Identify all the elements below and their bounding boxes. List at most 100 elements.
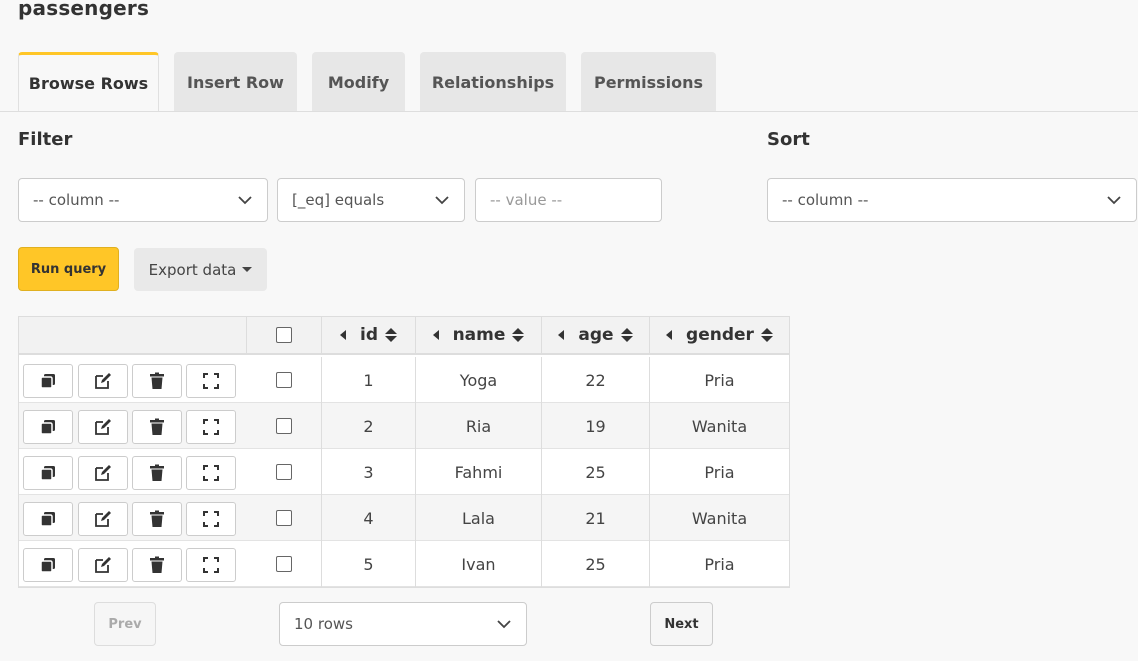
- table-row: 5 Ivan 25 Pria: [19, 541, 789, 587]
- cell-name[interactable]: Fahmi: [416, 449, 542, 495]
- clone-icon: [40, 374, 55, 389]
- expand-row-button[interactable]: [186, 410, 236, 444]
- row-checkbox[interactable]: [276, 556, 292, 572]
- delete-row-button[interactable]: [132, 548, 182, 582]
- cell-id[interactable]: 2: [322, 403, 416, 449]
- page-size-select[interactable]: 10 rows: [279, 602, 527, 646]
- sort-column-select[interactable]: -- column --: [767, 178, 1137, 222]
- sort-icon[interactable]: [512, 328, 525, 342]
- expand-icon: [203, 511, 219, 527]
- row-select-cell: [247, 357, 322, 403]
- clone-row-button[interactable]: [23, 548, 73, 582]
- chevron-down-icon: [497, 620, 511, 629]
- clone-row-button[interactable]: [23, 410, 73, 444]
- cell-gender[interactable]: Wanita: [650, 403, 789, 449]
- sort-icon[interactable]: [760, 328, 773, 342]
- table-row: 2 Ria 19 Wanita: [19, 403, 789, 449]
- cell-age[interactable]: 25: [542, 541, 650, 587]
- cell-name[interactable]: Lala: [416, 495, 542, 541]
- trash-icon: [150, 510, 164, 527]
- cell-name[interactable]: Ria: [416, 403, 542, 449]
- cell-age[interactable]: 19: [542, 403, 650, 449]
- edit-icon: [95, 419, 111, 435]
- expand-row-button[interactable]: [186, 364, 236, 398]
- edit-row-button[interactable]: [78, 502, 128, 536]
- row-checkbox[interactable]: [276, 418, 292, 434]
- row-checkbox[interactable]: [276, 510, 292, 526]
- cell-id[interactable]: 4: [322, 495, 416, 541]
- run-query-button[interactable]: Run query: [18, 247, 119, 291]
- clone-row-button[interactable]: [23, 364, 73, 398]
- clone-icon: [40, 558, 55, 573]
- trash-icon: [150, 372, 164, 389]
- cell-gender[interactable]: Wanita: [650, 495, 789, 541]
- filter-value-input[interactable]: -- value --: [475, 178, 662, 222]
- row-select-cell: [247, 541, 322, 587]
- edit-row-button[interactable]: [78, 410, 128, 444]
- row-checkbox[interactable]: [276, 372, 292, 388]
- next-page-button[interactable]: Next: [650, 602, 713, 646]
- cell-name[interactable]: Yoga: [416, 357, 542, 403]
- clone-row-button[interactable]: [23, 456, 73, 490]
- clone-icon: [40, 512, 55, 527]
- filter-column-select[interactable]: -- column --: [18, 178, 268, 222]
- tab-insert-row[interactable]: Insert Row: [174, 52, 297, 112]
- cell-age[interactable]: 21: [542, 495, 650, 541]
- cell-age[interactable]: 22: [542, 357, 650, 403]
- edit-icon: [95, 511, 111, 527]
- column-header-name[interactable]: name: [416, 317, 542, 355]
- expand-icon: [203, 373, 219, 389]
- export-data-button[interactable]: Export data: [134, 248, 267, 291]
- edit-row-button[interactable]: [78, 364, 128, 398]
- delete-row-button[interactable]: [132, 410, 182, 444]
- collapse-left-icon[interactable]: [340, 330, 346, 340]
- tab-browse-rows[interactable]: Browse Rows: [18, 52, 159, 112]
- clone-row-button[interactable]: [23, 502, 73, 536]
- edit-row-button[interactable]: [78, 548, 128, 582]
- row-checkbox[interactable]: [276, 464, 292, 480]
- cell-gender[interactable]: Pria: [650, 449, 789, 495]
- sort-icon[interactable]: [620, 328, 633, 342]
- column-header-gender[interactable]: gender: [650, 317, 789, 355]
- trash-icon: [150, 556, 164, 573]
- cell-gender[interactable]: Pria: [650, 541, 789, 587]
- edit-row-button[interactable]: [78, 456, 128, 490]
- edit-icon: [95, 465, 111, 481]
- page-title: passengers: [18, 0, 150, 20]
- expand-icon: [203, 465, 219, 481]
- chevron-down-icon: [435, 196, 449, 205]
- expand-icon: [203, 557, 219, 573]
- expand-row-button[interactable]: [186, 456, 236, 490]
- prev-page-button[interactable]: Prev: [94, 602, 156, 646]
- cell-id[interactable]: 5: [322, 541, 416, 587]
- tab-permissions[interactable]: Permissions: [581, 52, 716, 112]
- delete-row-button[interactable]: [132, 502, 182, 536]
- filter-operator-select[interactable]: [_eq] equals: [277, 178, 465, 222]
- column-header-age[interactable]: age: [542, 317, 650, 355]
- collapse-left-icon[interactable]: [432, 330, 439, 340]
- tab-modify[interactable]: Modify: [312, 52, 405, 112]
- collapse-left-icon[interactable]: [666, 330, 673, 340]
- collapse-left-icon[interactable]: [558, 330, 565, 340]
- column-header-id[interactable]: id: [322, 317, 416, 355]
- table-row: 1 Yoga 22 Pria: [19, 357, 789, 403]
- delete-row-button[interactable]: [132, 364, 182, 398]
- cell-gender[interactable]: Pria: [650, 357, 789, 403]
- cell-id[interactable]: 3: [322, 449, 416, 495]
- tab-relationships[interactable]: Relationships: [420, 52, 566, 112]
- delete-row-button[interactable]: [132, 456, 182, 490]
- row-select-cell: [247, 403, 322, 449]
- table-row: 3 Fahmi 25 Pria: [19, 449, 789, 495]
- clone-icon: [40, 466, 55, 481]
- chevron-down-icon: [238, 196, 252, 205]
- sort-icon[interactable]: [385, 328, 397, 342]
- edit-icon: [95, 557, 111, 573]
- expand-row-button[interactable]: [186, 502, 236, 536]
- cell-id[interactable]: 1: [322, 357, 416, 403]
- expand-row-button[interactable]: [186, 548, 236, 582]
- cell-name[interactable]: Ivan: [416, 541, 542, 587]
- caret-down-icon: [242, 267, 253, 272]
- cell-age[interactable]: 25: [542, 449, 650, 495]
- chevron-down-icon: [1107, 196, 1121, 205]
- select-all-checkbox[interactable]: [276, 327, 292, 343]
